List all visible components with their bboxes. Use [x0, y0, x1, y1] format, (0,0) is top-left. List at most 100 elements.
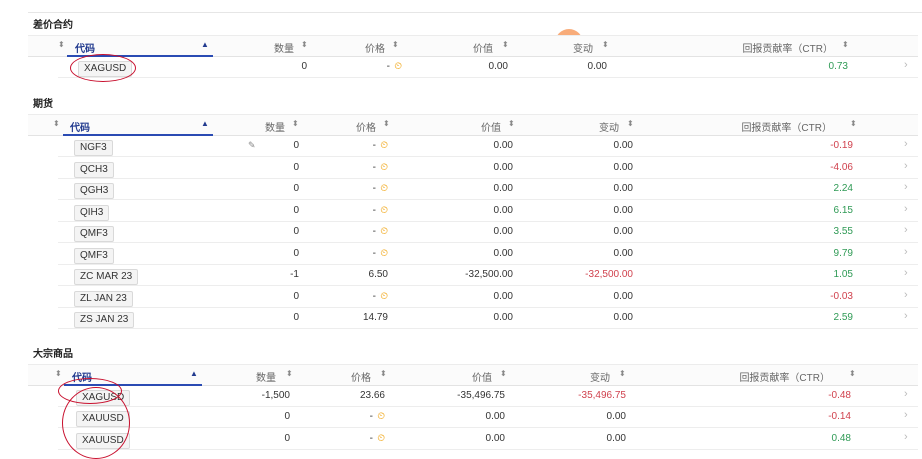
table-row[interactable]: QIH3 0 - ⏲ 0.00 0.00 6.15 ›	[58, 200, 918, 222]
chevron-right-icon[interactable]: ›	[904, 289, 908, 301]
sort-arrows-icon[interactable]: ⬍	[286, 369, 293, 378]
symbol-chip[interactable]: ZC MAR 23	[74, 269, 139, 285]
cell-price: 6.50	[368, 269, 388, 280]
sort-arrows-icon[interactable]: ⬍	[502, 40, 509, 49]
header-ctr[interactable]: 回报贡献率（CTR）	[742, 40, 833, 55]
clock-icon: ⏲	[377, 411, 385, 423]
table-header: ⬍ 代码 ▲ 数量 ⬍ 价格 ⬍ 价值 ⬍ 变动 ⬍ 回报贡献率（CTR） ⬍	[28, 114, 918, 136]
chevron-right-icon[interactable]: ›	[904, 388, 908, 400]
table-row[interactable]: XAGUSD 0 - ⏲ 0.00 0.00 0.73 ›	[58, 56, 918, 78]
sort-arrows-icon[interactable]: ⬍	[849, 369, 856, 378]
clock-icon: ⏲	[380, 226, 388, 237]
sort-arrows-icon[interactable]: ⬍	[500, 369, 507, 378]
symbol-chip[interactable]: QIH3	[74, 204, 110, 221]
sort-arrows-icon[interactable]: ⬍	[380, 369, 387, 378]
sort-up-icon[interactable]: ▲	[190, 369, 198, 378]
symbol-chip[interactable]: XAGUSD	[78, 61, 133, 77]
header-qty[interactable]: 数量	[265, 119, 285, 134]
chevron-right-icon[interactable]: ›	[904, 224, 908, 236]
table-row[interactable]: XAGUSD -1,500 23.66 -35,496.75 -35,496.75 -0.…	[58, 385, 918, 407]
sort-arrows-icon[interactable]: ⬍	[627, 119, 634, 128]
header-value[interactable]: 价值	[473, 40, 493, 55]
cell-change: 0.00	[613, 312, 633, 323]
symbol-chip[interactable]: QMF3	[74, 226, 114, 242]
cell-change: 0.00	[613, 290, 633, 302]
sort-up-icon[interactable]: ▲	[201, 40, 209, 49]
header-price[interactable]: 价格	[365, 40, 385, 55]
header-change[interactable]: 变动	[599, 119, 619, 134]
header-value[interactable]: 价值	[481, 119, 501, 134]
table-header: ⬍ 代码 ▲ 数量 ⬍ 价格 ⬍ 价值 ⬍ 变动 ⬍ 回报贡献率（CTR） ⬍	[28, 364, 918, 386]
chevron-right-icon[interactable]: ›	[904, 431, 908, 443]
table-row[interactable]: ZS JAN 23 0 14.79 0.00 0.00 2.59 ›	[58, 307, 918, 329]
header-change[interactable]: 变动	[590, 369, 610, 384]
sort-arrows-icon[interactable]: ⬍	[292, 119, 299, 128]
cell-qty: -1	[290, 269, 299, 280]
sort-arrows-icon[interactable]: ⬍	[53, 119, 60, 128]
chevron-right-icon[interactable]: ›	[904, 310, 908, 322]
clock-icon: ⏲	[380, 290, 388, 302]
sort-arrows-icon[interactable]: ⬍	[383, 119, 390, 128]
symbol-chip[interactable]: XAUUSD	[76, 432, 130, 449]
cell-ctr: 3.55	[833, 226, 853, 237]
table-row[interactable]: QCH3 0 - ⏲ 0.00 0.00 -4.06 ›	[58, 157, 918, 179]
cell-value: 0.00	[485, 411, 505, 423]
sort-arrows-icon[interactable]: ⬍	[508, 119, 515, 128]
sort-arrows-icon[interactable]: ⬍	[392, 40, 399, 49]
symbol-chip[interactable]: QGH3	[74, 183, 115, 199]
symbol-chip[interactable]: ZS JAN 23	[74, 312, 135, 328]
symbol-chip[interactable]: XAUUSD	[76, 411, 130, 428]
header-value[interactable]: 价值	[472, 369, 492, 384]
sort-arrows-icon[interactable]: ⬍	[850, 119, 857, 128]
chevron-right-icon[interactable]: ›	[904, 181, 908, 193]
cell-ctr: 0.73	[828, 61, 848, 72]
cell-price: -	[372, 183, 376, 194]
chevron-right-icon[interactable]: ›	[904, 267, 908, 279]
table-header: ⬍ 代码 ▲ 数量 ⬍ 价格 ⬍ 价值 ⬍ 变动 ⬍ 回报贡献率（CTR） ⬍	[28, 35, 918, 57]
chevron-right-icon[interactable]: ›	[904, 246, 908, 258]
symbol-chip[interactable]: XAGUSD	[76, 390, 131, 406]
header-change[interactable]: 变动	[573, 40, 593, 55]
cell-change: 0.00	[606, 411, 626, 423]
table-row[interactable]: NGF3 0 - ⏲ 0.00 0.00 -0.19 ›	[58, 135, 918, 157]
chevron-right-icon[interactable]: ›	[904, 203, 908, 215]
chevron-right-icon[interactable]: ›	[904, 409, 908, 421]
sort-arrows-icon[interactable]: ⬍	[55, 369, 62, 378]
symbol-chip[interactable]: NGF3	[74, 140, 113, 156]
table-row[interactable]: ZC MAR 23 -1 6.50 -32,500.00 -32,500.00 1.05 ›	[58, 264, 918, 286]
header-qty[interactable]: 数量	[274, 40, 294, 55]
table-row[interactable]: XAUUSD 0 - ⏲ 0.00 0.00 0.48 ›	[58, 428, 918, 450]
header-code[interactable]: 代码	[70, 119, 90, 134]
cell-value: 0.00	[493, 226, 513, 237]
symbol-chip[interactable]: ZL JAN 23	[74, 290, 133, 307]
header-price[interactable]: 价格	[351, 369, 371, 384]
clock-icon: ⏲	[380, 247, 388, 259]
clock-icon: ⏲	[394, 61, 402, 72]
table-row[interactable]: XAUUSD 0 - ⏲ 0.00 0.00 -0.14 ›	[58, 406, 918, 429]
chevron-right-icon[interactable]: ›	[904, 160, 908, 172]
sort-arrows-icon[interactable]: ⬍	[619, 369, 626, 378]
header-ctr[interactable]: 回报贡献率（CTR）	[739, 369, 830, 384]
table-row[interactable]: QGH3 0 - ⏲ 0.00 0.00 2.24 ›	[58, 178, 918, 200]
chevron-right-icon[interactable]: ›	[904, 59, 908, 71]
symbol-chip[interactable]: QMF3	[74, 247, 114, 264]
symbol-chip[interactable]: QCH3	[74, 161, 114, 178]
table-row[interactable]: QMF3 0 - ⏲ 0.00 0.00 9.79 ›	[58, 243, 918, 265]
sort-arrows-icon[interactable]: ⬍	[301, 40, 308, 49]
table-row[interactable]: ZL JAN 23 0 - ⏲ 0.00 0.00 -0.03 ›	[58, 286, 918, 308]
sort-arrows-icon[interactable]: ⬍	[58, 40, 65, 49]
cell-change: 0.00	[606, 432, 626, 444]
header-code[interactable]: 代码	[75, 40, 95, 55]
sort-up-icon[interactable]: ▲	[201, 119, 209, 128]
sort-arrows-icon[interactable]: ⬍	[602, 40, 609, 49]
chevron-right-icon[interactable]: ›	[904, 138, 908, 150]
sort-arrows-icon[interactable]: ⬍	[842, 40, 849, 49]
cell-value: 0.00	[485, 432, 505, 444]
table-row[interactable]: QMF3 0 - ⏲ 0.00 0.00 3.55 ›	[58, 221, 918, 243]
header-qty[interactable]: 数量	[256, 369, 276, 384]
header-code[interactable]: 代码	[72, 369, 92, 384]
cell-price: 23.66	[359, 390, 385, 401]
header-price[interactable]: 价格	[356, 119, 376, 134]
header-ctr[interactable]: 回报贡献率（CTR）	[741, 119, 832, 134]
cell-qty: 0	[293, 140, 299, 151]
